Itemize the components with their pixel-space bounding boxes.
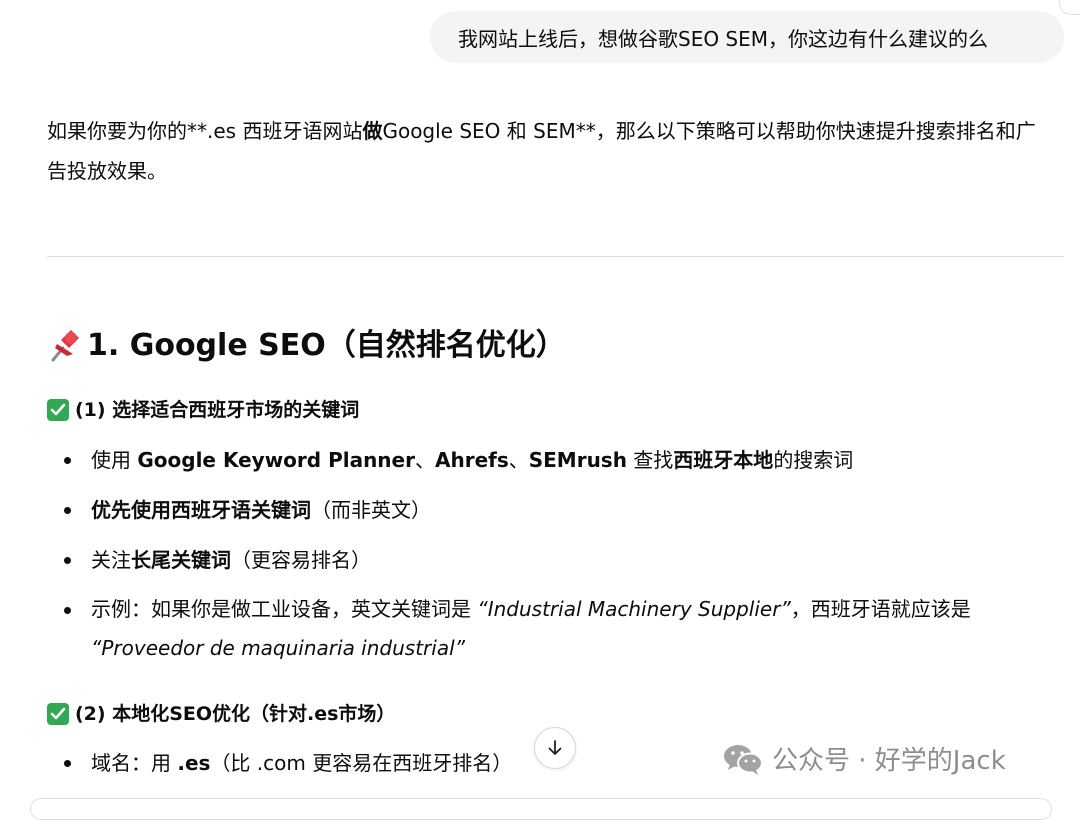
check-mark-button-icon — [47, 703, 69, 725]
user-message-bubble: 我网站上线后，想做谷歌SEO SEM，你这边有什么建议的么 — [430, 11, 1064, 63]
scroll-to-bottom-button[interactable] — [534, 727, 576, 769]
subsection-title: (2) 本地化SEO优化（针对.es市场） — [75, 703, 396, 725]
intro-text-1: 如果你要为你的**.es 西班牙语网站 — [47, 119, 363, 143]
check-mark-button-icon — [47, 399, 69, 421]
pushpin-icon — [47, 326, 83, 366]
keyword-bullet-list: 使用 Google Keyword Planner、Ahrefs、SEMrush… — [47, 440, 1057, 678]
intro-paragraph: 如果你要为你的**.es 西班牙语网站做Google SEO 和 SEM**，那… — [47, 111, 1052, 191]
subsection-heading-local-seo: (2) 本地化SEO优化（针对.es市场） — [47, 699, 395, 729]
watermark: 公众号 · 好学的Jack — [722, 740, 1006, 777]
horizontal-divider — [47, 256, 1064, 257]
wechat-icon — [722, 741, 764, 777]
arrow-down-icon — [548, 740, 562, 755]
subsection-title: (1) 选择适合西班牙市场的关键词 — [75, 399, 360, 421]
list-item: 示例：如果你是做工业设备，英文关键词是 “Industrial Machiner… — [47, 590, 1057, 668]
subsection-heading-keywords: (1) 选择适合西班牙市场的关键词 — [47, 395, 359, 425]
section-heading-seo: 1. Google SEO（自然排名优化） — [47, 322, 566, 370]
watermark-text: 公众号 · 好学的Jack — [772, 746, 1006, 776]
list-item: 使用 Google Keyword Planner、Ahrefs、SEMrush… — [47, 440, 1057, 480]
section-title: 1. Google SEO（自然排名优化） — [87, 328, 566, 363]
list-item: 优先使用西班牙语关键词（而非英文） — [47, 490, 1057, 530]
intro-text-bold: 做 — [362, 119, 383, 143]
user-message-text: 我网站上线后，想做谷歌SEO SEM，你这边有什么建议的么 — [458, 26, 989, 51]
top-right-corner-edge — [1059, 0, 1080, 15]
message-composer-edge[interactable] — [30, 798, 1052, 820]
list-item: 关注长尾关键词（更容易排名） — [47, 540, 1057, 580]
